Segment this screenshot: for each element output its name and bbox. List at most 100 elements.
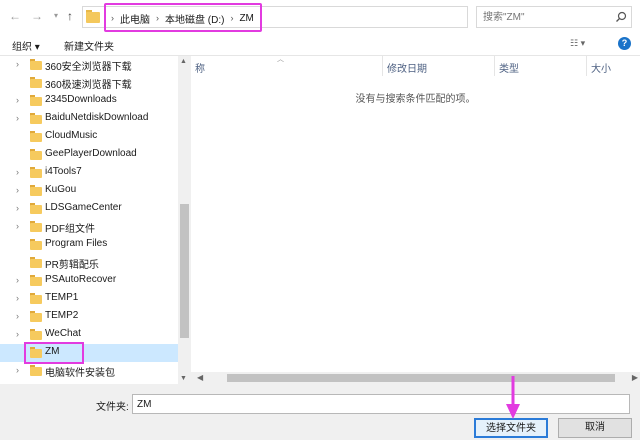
tree-scrollbar-thumb[interactable] [180,204,189,338]
tree-item-label: PSAutoRecover [45,274,117,285]
expand-chevron-icon[interactable]: › [16,203,24,213]
tree-item-label: LDSGameCenter [45,202,122,213]
help-icon[interactable]: ? [618,37,631,50]
tree-item-label: 360极速浏览器下载 [45,80,132,91]
expand-chevron-icon[interactable]: › [16,311,24,321]
horizontal-scrollbar-thumb[interactable] [227,374,615,382]
tree-item[interactable]: GeePlayerDownload [0,146,178,164]
tree-item-label: 360安全浏览器下载 [45,62,132,73]
folder-icon [30,131,42,142]
recent-locations-chevron-icon[interactable]: ▾ [49,9,63,23]
new-folder-button[interactable]: 新建文件夹 [64,38,114,53]
tree-item-label: TEMP2 [45,310,79,321]
search-icon[interactable] [615,11,627,23]
select-folder-button[interactable]: 选择文件夹 [474,418,548,438]
tree-item-label: 电脑软件安装包 [45,368,115,379]
bottom-bar: 文件夹: 选择文件夹 取消 [0,384,640,440]
breadcrumb-highlight-annotation [104,3,262,32]
tree-item-label: PDF组文件 [45,224,95,235]
horizontal-scrollbar[interactable]: ◀ ▶ [191,372,640,384]
expand-chevron-icon[interactable]: › [16,275,24,285]
tree-item-label: 2345Downloads [45,94,117,105]
tree-item[interactable]: Program Files [0,236,178,254]
folder-icon [30,203,42,214]
tree-item[interactable]: › 360安全浏览器下载 [0,56,178,74]
column-header-name-label: 称 [195,64,205,75]
tree-item-label: TEMP1 [45,292,79,303]
tree-item[interactable]: › PSAutoRecover [0,272,178,290]
expand-chevron-icon[interactable]: › [16,95,24,105]
tree-item[interactable]: › PDF组文件 [0,218,178,236]
tree-item[interactable]: CloudMusic [0,128,178,146]
folder-icon [30,311,42,322]
folder-icon [86,10,100,23]
expand-chevron-icon[interactable]: › [16,293,24,303]
tree-item-label: Program Files [45,238,108,249]
organize-menu-button[interactable]: 组织 ▾ [12,38,40,53]
cancel-button[interactable]: 取消 [558,418,632,438]
folder-icon [30,275,42,286]
tree-item-label: GeePlayerDownload [45,148,137,159]
tree-item[interactable]: › KuGou [0,182,178,200]
tree-item[interactable]: PR剪辑配乐 [0,254,178,272]
folder-icon [30,95,42,106]
expand-chevron-icon[interactable]: › [16,167,24,177]
view-options-icon[interactable]: ☷ ▾ [570,38,585,49]
scroll-down-arrow-icon[interactable]: ▼ [180,375,187,382]
empty-results-message: 没有与搜索条件匹配的项。 [355,94,476,105]
folder-tree: › 360安全浏览器下载 360极速浏览器下载 › 2345Downloads › Baid… [0,56,178,384]
tree-item-label: PR剪辑配乐 [45,260,99,271]
back-arrow-icon[interactable]: ← [8,9,22,23]
tree-item[interactable]: › TEMP2 [0,308,178,326]
folder-icon [30,239,42,250]
expand-chevron-icon[interactable]: › [16,365,24,375]
tree-item[interactable]: › LDSGameCenter [0,200,178,218]
expand-chevron-icon[interactable]: › [16,221,24,231]
tree-item-label: KuGou [45,184,77,195]
column-header-date[interactable]: 修改日期 [383,56,495,76]
tree-item[interactable]: › 电脑软件安装包 [0,362,178,380]
folder-icon [30,221,42,232]
pointer-arrow-annotation-icon [506,376,520,419]
folder-icon [30,293,42,304]
scroll-left-arrow-icon[interactable]: ◀ [197,373,203,382]
scroll-right-arrow-icon[interactable]: ▶ [632,373,638,382]
tree-item[interactable]: › 2345Downloads [0,92,178,110]
folder-icon [30,329,42,340]
tree-item-label: WeChat [45,328,81,339]
folder-name-label: 文件夹: [96,402,129,413]
column-header-size[interactable]: 大小 [587,56,640,76]
expand-chevron-icon[interactable]: › [16,113,24,123]
search-input[interactable] [483,10,609,24]
column-header-name[interactable]: 称 ︿ [191,56,383,76]
tree-item-label: i4Tools7 [45,166,82,177]
toolbar: 组织 ▾ 新建文件夹 ☷ ▾ ? [0,34,640,56]
tree-item-label: BaiduNetdiskDownload [45,112,149,123]
folder-icon [30,185,42,196]
sort-ascending-icon: ︿ [277,56,284,63]
expand-chevron-icon[interactable]: › [16,329,24,339]
column-header-type[interactable]: 类型 [495,56,587,76]
folder-name-input[interactable] [132,394,630,414]
tree-scrollbar[interactable]: ▲ ▼ [178,56,191,384]
expand-chevron-icon[interactable]: › [16,185,24,195]
address-row: ← → ▾ ↑ › 此电脑 › 本地磁盘 (D:) › ZM ∨ ↻ [0,0,640,34]
folder-icon [30,149,42,160]
expand-chevron-icon[interactable]: › [16,59,24,69]
tree-item[interactable]: 360极速浏览器下载 [0,74,178,92]
tree-item-label: CloudMusic [45,130,98,141]
folder-icon [30,77,42,88]
scroll-up-arrow-icon[interactable]: ▲ [180,58,187,65]
column-header-date-label: 修改日期 [387,64,427,75]
folder-icon [30,113,42,124]
search-box[interactable] [476,6,632,28]
tree-item[interactable]: › i4Tools7 [0,164,178,182]
tree-item[interactable]: › TEMP1 [0,290,178,308]
column-header-size-label: 大小 [591,64,611,75]
folder-icon [30,59,42,70]
forward-arrow-icon[interactable]: → [30,9,44,23]
zm-highlight-annotation [24,342,84,364]
up-arrow-icon[interactable]: ↑ [63,9,77,23]
column-header-type-label: 类型 [499,64,519,75]
tree-item[interactable]: › BaiduNetdiskDownload [0,110,178,128]
